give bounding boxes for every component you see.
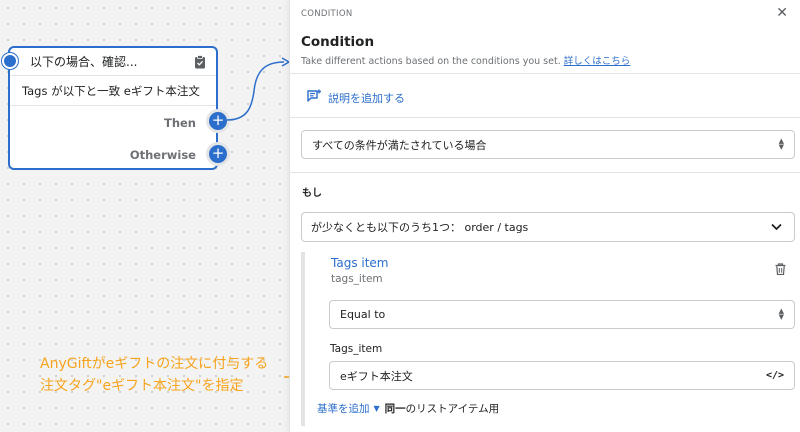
node-condition-text: Tags が以下と一致 eギフト本注文 (22, 83, 200, 98)
add-description-button[interactable]: 説明を追加する (307, 89, 405, 106)
close-icon[interactable]: ✕ (776, 5, 788, 21)
panel-subtitle: Take different actions based on the cond… (301, 53, 630, 67)
item-title: Tags item (331, 256, 389, 270)
add-criteria-button[interactable]: 基準を追加 (317, 401, 370, 416)
select-caret-icon: ▲ ▼ (778, 307, 784, 321)
panel-subtitle-text: Take different actions based on the cond… (301, 56, 561, 67)
list-item-suffix: のリストアイテム用 (405, 403, 500, 415)
input-port[interactable] (2, 53, 18, 69)
divider (290, 73, 800, 74)
same-label: 同一 (384, 403, 406, 415)
condition-node[interactable]: 以下の場合、確認... Tags が以下と一致 eギフト本注文 Then Oth… (8, 46, 218, 170)
divider (290, 172, 800, 173)
operator-value: Equal to (340, 308, 386, 321)
panel-title: Condition (301, 34, 375, 50)
item-subtitle: tags_item (331, 273, 383, 285)
node-condition: Tags が以下と一致 eギフト本注文 (10, 76, 216, 106)
match-mode-select[interactable]: すべての条件が満たされている場合 ▲ ▼ (301, 130, 795, 159)
caret-down-icon[interactable]: ▼ (374, 404, 380, 413)
then-label: Then (163, 116, 196, 130)
condition-select[interactable]: が少なくとも以下のうち1つ： order / tags (301, 212, 795, 242)
panel-caption: CONDITION (301, 9, 353, 19)
otherwise-label: Otherwise (129, 148, 196, 162)
annotation-line-2: 注文タグ"eギフト本注文"を指定 (40, 378, 244, 394)
value-input-text: eギフト本注文 (340, 369, 413, 383)
add-criteria-row: 基準を追加 ▼ 同一 のリストアイテム用 (317, 401, 499, 416)
value-input[interactable]: eギフト本注文 </> (329, 361, 795, 390)
learn-more-link[interactable]: 詳しくはこちら (564, 56, 631, 67)
value-label: Tags_item (330, 343, 383, 355)
trash-icon[interactable] (775, 263, 786, 278)
select-caret-icon: ▲ ▼ (778, 137, 784, 151)
connector-line (226, 57, 291, 121)
operator-select[interactable]: Equal to ▲ ▼ (329, 300, 795, 329)
nested-indent-bar (301, 252, 305, 426)
if-label: もし (302, 188, 322, 199)
otherwise-plus-icon[interactable]: + (209, 145, 227, 163)
condition-panel: CONDITION ✕ Condition Take different act… (289, 0, 800, 432)
add-description-label: 説明を追加する (328, 91, 405, 105)
chevron-down-icon (771, 221, 782, 234)
code-icon[interactable]: </> (766, 370, 784, 381)
then-plus-icon[interactable]: + (209, 112, 227, 130)
divider (290, 117, 800, 118)
note-icon (307, 89, 322, 106)
node-title: 以下の場合、確認... (30, 55, 138, 69)
annotation-line-1: AnyGiftがeギフトの注文に付与する (40, 356, 269, 372)
clipboard-icon (194, 55, 206, 72)
condition-select-value: が少なくとも以下のうち1つ： order / tags (311, 221, 529, 234)
node-header: 以下の場合、確認... (10, 48, 216, 76)
match-mode-value: すべての条件が満たされている場合 (312, 138, 487, 152)
